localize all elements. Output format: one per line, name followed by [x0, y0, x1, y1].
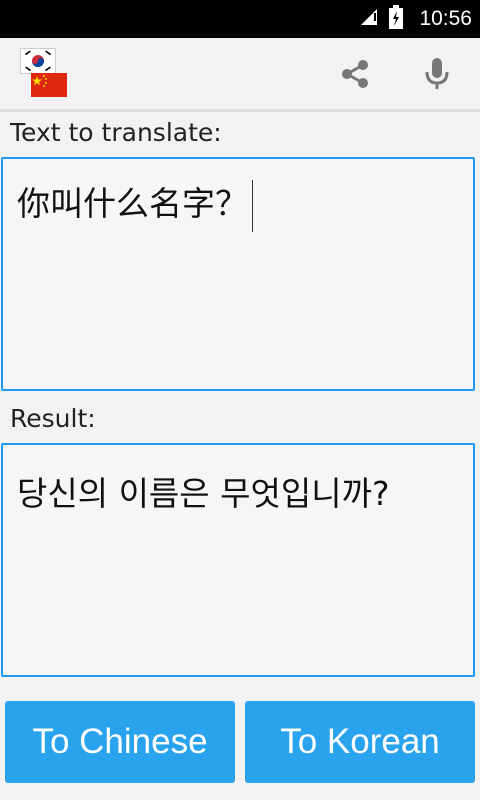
south-korea-flag-icon[interactable]: [20, 48, 56, 74]
to-chinese-button[interactable]: To Chinese: [5, 701, 235, 783]
status-bar: 10:56: [0, 0, 480, 38]
to-korean-button[interactable]: To Korean: [245, 701, 475, 783]
action-bar: [0, 38, 480, 112]
battery-charging-icon: [389, 5, 404, 33]
input-textarea[interactable]: 你叫什么名字？: [1, 157, 475, 391]
status-icons: 10:56: [359, 0, 472, 38]
signal-icon: [359, 7, 379, 31]
input-label: Text to translate:: [10, 118, 222, 147]
status-time: 10:56: [419, 7, 472, 30]
share-icon[interactable]: [337, 56, 373, 92]
text-cursor: [252, 179, 253, 232]
microphone-icon[interactable]: [419, 56, 455, 92]
result-label: Result:: [10, 404, 96, 433]
result-text: 당신의 이름은 무엇입니까?: [17, 474, 390, 513]
result-textarea[interactable]: 당신의 이름은 무엇입니까?: [1, 443, 475, 677]
china-flag-icon[interactable]: [31, 73, 67, 97]
input-text: 你叫什么名字？: [17, 177, 253, 232]
